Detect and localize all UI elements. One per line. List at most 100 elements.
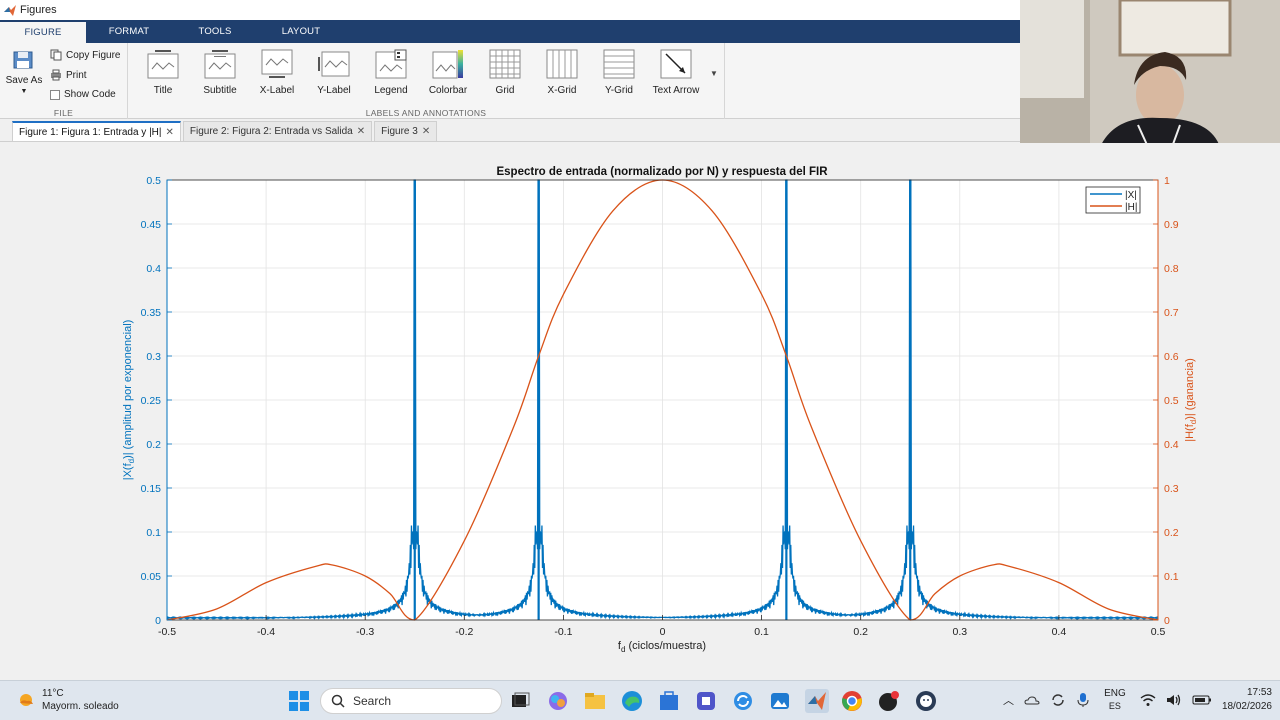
photos-icon[interactable] [768,689,792,713]
file-group-label: FILE [53,108,74,118]
chart-svg: -0.5 -0.4 -0.3 -0.2 -0.1 0 0.1 0.2 0.3 0.4 0.5 00.… [122,166,1198,654]
microphone-icon[interactable] [1076,692,1090,708]
save-as-label: Save As [5,75,43,86]
cloud-icon[interactable] [1024,692,1040,708]
y-right-tick-label: 0.7 [1164,307,1179,319]
windows-start-icon[interactable] [287,689,311,713]
x-label-button[interactable]: X-Label [249,49,305,96]
close-icon[interactable]: ✕ [422,126,430,137]
subtitle-label: Subtitle [203,85,237,96]
tab-layout[interactable]: LAYOUT [258,20,344,43]
y-left-tick-label: 0.2 [146,439,161,451]
text-arrow-button[interactable]: Text Arrow [648,49,704,96]
save-icon [13,51,33,69]
copy-figure-label: Copy Figure [66,49,121,61]
chevron-up-icon[interactable]: ︿ [1003,692,1014,708]
x-tick-label: -0.5 [158,626,176,638]
y-right-tick-label: 1 [1164,175,1170,187]
tab-figure[interactable]: FIGURE [0,22,86,43]
file-group: Save As ▼ Copy Figure Print Show Code FI… [0,43,128,119]
y-grid-label: Y-Grid [605,85,633,96]
legend-button[interactable]: Legend [363,49,419,96]
show-code-label: Show Code [64,89,116,100]
colorbar-button[interactable]: Colorbar [420,49,476,96]
y-right-tick-label: 0.2 [1164,527,1179,539]
legend[interactable]: |X| |H| [1085,186,1141,214]
y-right-tick-label: 0.8 [1164,263,1179,275]
window-titlebar: Figures [0,0,1020,20]
colorbar-label: Colorbar [428,85,468,96]
close-icon[interactable]: ✕ [357,126,365,137]
legend-icon [375,49,407,79]
store-icon[interactable] [657,689,681,713]
grid-button[interactable]: Grid [477,49,533,96]
y-grid-button[interactable]: Y-Grid [591,49,647,96]
file-explorer-icon[interactable] [583,689,607,713]
doc-tab-figure-3[interactable]: Figure 3 ✕ [374,121,438,141]
labels-annotations-group: Title Subtitle X-Label Y-Label Legend Co… [128,43,725,119]
clock-time: 17:53 [1246,687,1272,698]
taskbar-search[interactable]: Search [320,688,502,714]
refresh-icon[interactable] [1050,692,1066,708]
doc-tab-label: Figure 3 [381,126,418,137]
sync-icon[interactable] [731,689,755,713]
y-left-tick-label: 0.25 [141,395,162,407]
chevron-down-icon[interactable]: ▼ [4,88,44,95]
x-grid-button[interactable]: X-Grid [534,49,590,96]
sun-icon [20,694,33,706]
x-grid-label: X-Grid [547,85,577,96]
y-grid-icon [603,49,635,79]
copilot-icon[interactable] [546,689,570,713]
checkbox-icon[interactable] [50,89,60,100]
clock-date: 18/02/2026 [1221,701,1272,712]
app-icon[interactable] [877,689,901,713]
chat-app-icon[interactable] [914,689,938,713]
close-icon[interactable]: ✕ [165,127,173,138]
subtitle-button[interactable]: Subtitle [192,49,248,96]
x-tick-label: -0.1 [554,626,572,638]
y-left-tick-label: 0.3 [146,351,161,363]
gallery-expand-icon[interactable]: ▼ [710,69,718,78]
matlab-icon[interactable] [805,689,829,713]
y-label-button[interactable]: Y-Label [306,49,362,96]
weather-temp: 11°C [42,688,64,699]
teams-icon[interactable] [694,689,718,713]
y-right-tick-label: 0.9 [1164,219,1179,231]
battery-icon[interactable] [1192,694,1212,706]
labels-group-label: LABELS AND ANNOTATIONS [365,108,487,118]
show-code-checkbox[interactable]: Show Code [50,89,116,100]
y-axis-label-right: |H(fd)| (ganancia) [1184,358,1198,442]
task-view-icon[interactable] [508,689,532,713]
figure-canvas: -0.5 -0.4 -0.3 -0.2 -0.1 0 0.1 0.2 0.3 0.4 0.5 0 0.… [0,143,1280,680]
doc-tab-figure-2[interactable]: Figure 2: Figura 2: Entrada vs Salida ✕ [182,121,373,141]
legend-label-h: |H| [1125,202,1137,213]
text-arrow-icon [660,49,692,79]
print-button[interactable]: Print [50,69,87,81]
y-right-tick-label: 0.6 [1164,351,1179,363]
title-button[interactable]: Title [135,49,191,96]
chrome-icon[interactable] [840,689,864,713]
volume-icon[interactable] [1166,693,1182,707]
y-left-tick-label: 0.4 [146,263,161,275]
copy-icon [50,49,62,61]
y-right-tick-label: 0.5 [1164,395,1179,407]
wifi-icon[interactable] [1140,693,1156,707]
figure-doc-tabs: Figure 1: Figura 1: Entrada y |H| ✕ Figur… [0,120,1020,142]
edge-icon[interactable] [620,689,644,713]
tab-format[interactable]: FORMAT [86,20,172,43]
weather-widget[interactable]: 11°C Mayorm. soleado [16,687,119,713]
language-indicator[interactable]: ENG ES [1100,688,1130,712]
language-code: ENG [1104,688,1126,699]
print-label: Print [66,69,87,81]
tab-tools[interactable]: TOOLS [172,20,258,43]
clock[interactable]: 17:53 18/02/2026 [1222,686,1272,714]
save-as-button[interactable]: Save As ▼ [4,49,44,95]
copy-figure-button[interactable]: Copy Figure [50,49,120,61]
title-icon [147,50,179,79]
x-grid-icon [546,49,578,79]
ribbon-tab-strip: FIGURE FORMAT TOOLS LAYOUT [0,20,1020,43]
y-left-tick-label: 0.45 [141,219,162,231]
x-tick-label: 0.5 [1151,626,1166,638]
x-tick-label: 0.3 [952,626,967,638]
doc-tab-figure-1[interactable]: Figure 1: Figura 1: Entrada y |H| ✕ [12,121,181,141]
